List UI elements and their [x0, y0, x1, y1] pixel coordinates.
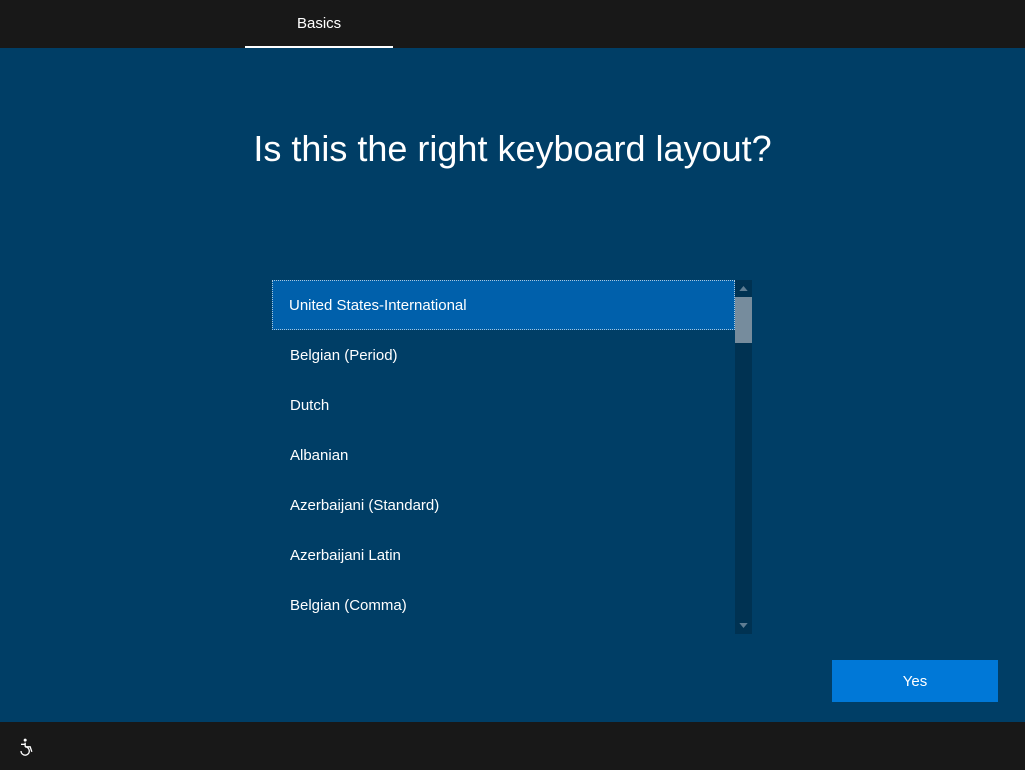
keyboard-layout-list-container: United States-InternationalBelgian (Peri…: [272, 280, 752, 634]
main-area: Is this the right keyboard layout? Unite…: [0, 48, 1025, 722]
accessibility-icon[interactable]: [16, 736, 36, 756]
list-item[interactable]: Azerbaijani (Standard): [272, 480, 735, 530]
scroll-down-button[interactable]: [735, 617, 752, 634]
list-item[interactable]: Belgian (Comma): [272, 580, 735, 630]
scrollbar[interactable]: [735, 280, 752, 634]
top-bar: Basics: [0, 0, 1025, 48]
yes-button[interactable]: Yes: [832, 660, 998, 702]
tab-basics[interactable]: Basics: [245, 15, 393, 48]
scroll-up-button[interactable]: [735, 280, 752, 297]
list-item[interactable]: Azerbaijani Latin: [272, 530, 735, 580]
list-item[interactable]: United States-International: [272, 280, 735, 330]
scroll-thumb[interactable]: [735, 297, 752, 343]
list-item[interactable]: Albanian: [272, 430, 735, 480]
tab-wrapper: Basics: [245, 15, 393, 48]
scroll-track[interactable]: [735, 297, 752, 617]
list-item[interactable]: Belgian (Period): [272, 330, 735, 380]
keyboard-layout-list[interactable]: United States-InternationalBelgian (Peri…: [272, 280, 735, 634]
bottom-bar: [0, 722, 1025, 770]
list-item[interactable]: Dutch: [272, 380, 735, 430]
page-title: Is this the right keyboard layout?: [0, 128, 1025, 170]
